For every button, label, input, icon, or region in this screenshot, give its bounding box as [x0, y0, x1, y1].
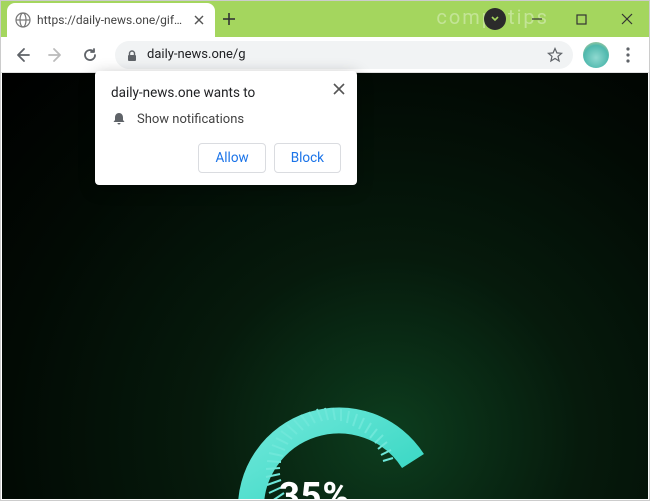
notification-permission-popup: daily-news.one wants to Show notificatio…: [95, 71, 357, 185]
back-button[interactable]: [7, 40, 37, 70]
maximize-icon: [576, 14, 587, 25]
arrow-right-icon: [47, 46, 65, 64]
globe-icon: [15, 12, 31, 28]
bookmark-button[interactable]: [547, 47, 563, 63]
progress-percent-label: 35%: [279, 475, 350, 499]
kebab-icon: [626, 47, 630, 63]
new-tab-button[interactable]: [215, 1, 243, 37]
titlebar: https://daily-news.one/gif-lp/3/? comput…: [1, 1, 649, 37]
shield-chevron-icon: [490, 14, 500, 24]
forward-button[interactable]: [41, 40, 71, 70]
allow-button[interactable]: Allow: [198, 143, 265, 173]
popup-actions: Allow Block: [111, 143, 341, 173]
star-icon: [547, 47, 563, 63]
permission-row: Show notifications: [111, 111, 341, 127]
arrow-left-icon: [13, 46, 31, 64]
close-window-button[interactable]: [604, 1, 649, 37]
window-controls: [484, 1, 649, 37]
browser-tab[interactable]: https://daily-news.one/gif-lp/3/?: [7, 3, 215, 37]
profile-avatar[interactable]: [583, 42, 609, 68]
permission-item-label: Show notifications: [137, 112, 244, 127]
plus-icon: [222, 12, 236, 26]
url-text: daily-news.one/g: [147, 47, 539, 62]
minimize-button[interactable]: [514, 1, 559, 37]
extension-badge[interactable]: [484, 8, 506, 30]
close-icon: [194, 15, 204, 25]
block-button[interactable]: Block: [274, 143, 341, 173]
popup-close-button[interactable]: [329, 79, 349, 99]
tab-close-button[interactable]: [191, 12, 207, 28]
progress-gauge: 35%: [195, 353, 455, 499]
bell-icon: [111, 111, 127, 127]
minimize-icon: [531, 13, 543, 25]
close-icon: [333, 83, 345, 95]
toolbar: daily-news.one/g: [1, 37, 649, 73]
close-icon: [621, 13, 633, 25]
browser-window: https://daily-news.one/gif-lp/3/? comput…: [0, 0, 650, 501]
menu-button[interactable]: [613, 40, 643, 70]
reload-icon: [81, 46, 99, 64]
address-bar[interactable]: daily-news.one/g: [115, 41, 573, 69]
reload-button[interactable]: [75, 40, 105, 70]
popup-title: daily-news.one wants to: [111, 85, 341, 101]
lock-icon: [125, 48, 139, 62]
tab-title: https://daily-news.one/gif-lp/3/?: [37, 13, 185, 27]
maximize-button[interactable]: [559, 1, 604, 37]
